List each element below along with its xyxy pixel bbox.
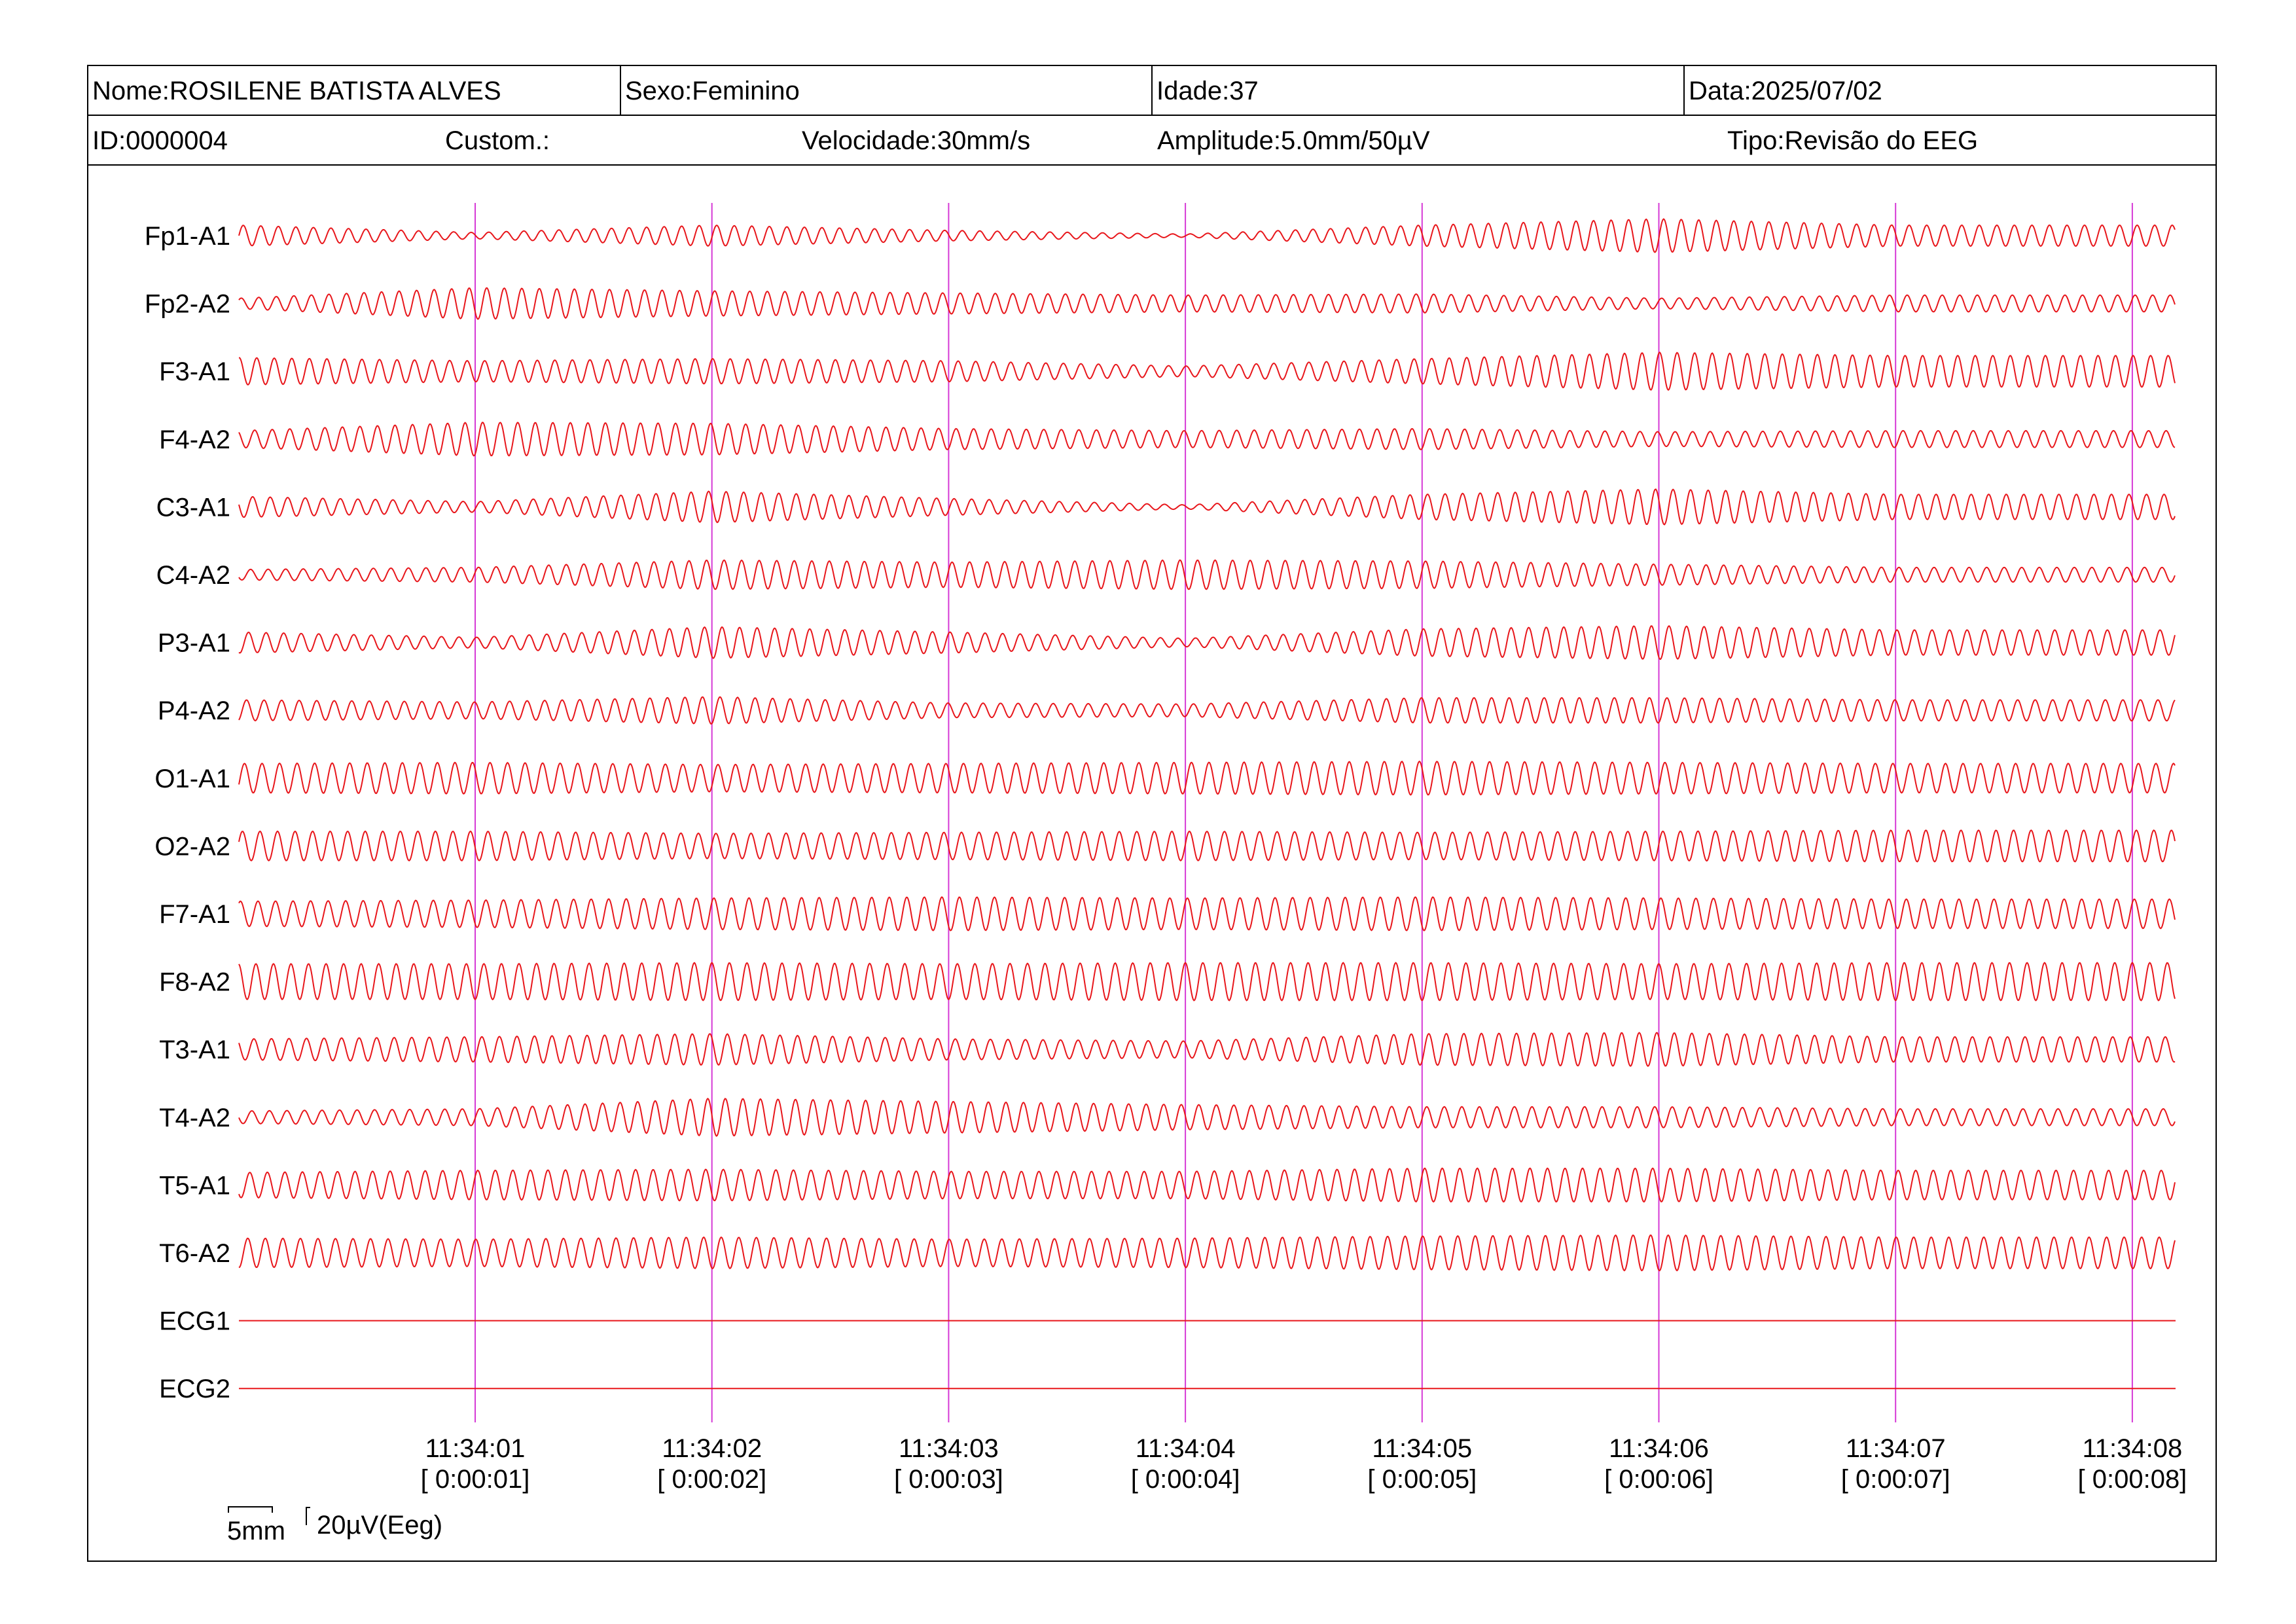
time-mark-elapsed: [ 0:00:08] (2078, 1465, 2187, 1494)
time-mark-clock: 11:34:08 (2083, 1434, 2183, 1463)
channel-trace (238, 1234, 2176, 1272)
channel-label: F7-A1 (159, 900, 230, 929)
time-mark-clock: 11:34:02 (662, 1434, 762, 1463)
channel-trace (238, 488, 2176, 526)
channel-label: F3-A1 (159, 357, 230, 386)
channel-label: P4-A2 (158, 696, 230, 725)
time-mark-elapsed: [ 0:00:04] (1131, 1465, 1240, 1494)
time-mark-clock: 11:34:03 (899, 1434, 999, 1463)
channel-trace (238, 896, 2176, 931)
time-mark-clock: 11:34:05 (1372, 1434, 1472, 1463)
channel-label: F4-A2 (159, 425, 230, 454)
channel-trace (238, 760, 2176, 796)
channel-label: ECG1 (159, 1307, 230, 1336)
amp-scale-bracket (306, 1507, 310, 1525)
channel-label: F8-A2 (159, 968, 230, 997)
channel-label: T3-A1 (159, 1036, 230, 1064)
channel-label: Fp2-A2 (145, 290, 230, 319)
time-mark-elapsed: [ 0:00:05] (1367, 1465, 1477, 1494)
channel-trace (238, 625, 2176, 660)
channel-label: ECG2 (159, 1375, 230, 1403)
time-scale-label: 5mm (227, 1517, 285, 1545)
channel-trace (238, 962, 2176, 1001)
channel-label: T5-A1 (159, 1171, 230, 1200)
time-mark-elapsed: [ 0:00:07] (1841, 1465, 1950, 1494)
channel-trace (238, 422, 2176, 457)
time-scale-bracket (228, 1506, 273, 1513)
time-mark-clock: 11:34:07 (1846, 1434, 1946, 1463)
time-mark-clock: 11:34:01 (425, 1434, 526, 1463)
channel-trace (238, 696, 2176, 725)
eeg-plot: Fp1-A1 Fp2-A2 F3-A1 F4-A2 C3-A1 C4-A2 P3-A1 P4-… (145, 203, 2187, 1545)
time-marker-lines (475, 203, 2133, 1422)
time-labels: 11:34:01[ 0:00:01] 11:34:02[ 0:00:02] 11:3… (421, 1434, 2187, 1494)
channel-labels: Fp1-A1 Fp2-A2 F3-A1 F4-A2 C3-A1 C4-A2 P3-A1 P4-… (145, 222, 230, 1403)
time-mark-clock: 11:34:04 (1136, 1434, 1236, 1463)
channel-label: C4-A2 (156, 561, 230, 590)
channel-label: O2-A2 (154, 832, 230, 861)
channel-label: T6-A2 (159, 1239, 230, 1268)
channel-trace (238, 1097, 2176, 1137)
amp-scale-label: 20µV(Eeg) (317, 1511, 442, 1540)
time-mark-elapsed: [ 0:00:02] (657, 1465, 766, 1494)
channel-trace (238, 218, 2176, 253)
channel-trace (238, 352, 2176, 391)
channel-trace (238, 1167, 2176, 1203)
channel-label: T4-A2 (159, 1104, 230, 1132)
scale-bar: 5mm 20µV(Eeg) (227, 1506, 442, 1545)
channel-label: P3-A1 (158, 629, 230, 658)
channel-traces (238, 218, 2176, 1390)
channel-trace (238, 829, 2176, 863)
channel-trace (238, 1032, 2176, 1067)
time-mark-elapsed: [ 0:00:03] (894, 1465, 1003, 1494)
channel-label: C3-A1 (156, 493, 230, 522)
time-mark-clock: 11:34:06 (1609, 1434, 1709, 1463)
channel-label: Fp1-A1 (145, 222, 230, 251)
time-mark-elapsed: [ 0:00:01] (421, 1465, 530, 1494)
channel-label: O1-A1 (154, 765, 230, 793)
channel-trace (238, 559, 2176, 590)
time-mark-elapsed: [ 0:00:06] (1604, 1465, 1713, 1494)
channel-trace (238, 287, 2176, 320)
